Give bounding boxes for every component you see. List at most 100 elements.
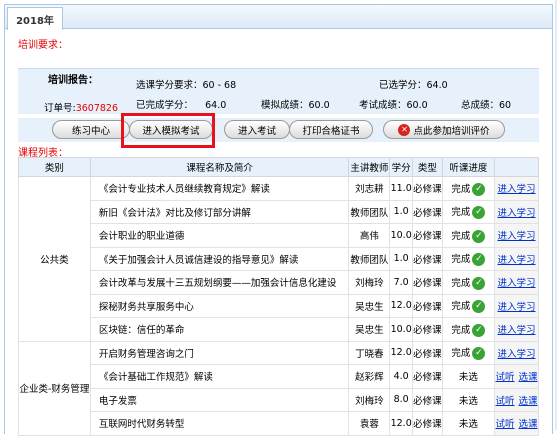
course-name: 开启财务管理咨询之门 [89,340,350,365]
progress-cell: 完成 ✓ [441,340,496,365]
action-buttons: 练习中心 进入模拟考试 进入考试 打印合格证书 ✕ 点此参加培训评价 [18,118,539,142]
action-cell: 进入学习 [494,340,539,365]
enter-study-link[interactable]: 进入学习 [498,302,536,313]
print-certificate-button[interactable]: 打印合格证书 [289,120,373,139]
course-type: 必修课 [412,364,443,389]
progress-status: 未选 [458,372,478,384]
check-circle-icon: ✓ [472,229,486,243]
table-row: 区块链：信任的革命 吴忠生 10.0 必修课 完成 ✓ 进入学习 [19,317,539,342]
course-type: 必修课 [412,317,443,342]
practice-center-button[interactable]: 练习中心 [52,120,130,139]
x-circle-icon: ✕ [398,123,411,136]
header-actions [494,157,539,177]
table-row: 会计职业的职业道德 高伟 10.0 必修课 完成 ✓ 进入学习 [19,223,539,248]
check-circle-icon: ✓ [472,300,486,314]
progress-status: 未选 [458,419,478,431]
order-label: 订单号: [44,103,76,114]
report-title: 培训报告： [48,75,98,86]
teacher: 吴忠生 [348,317,391,342]
select-course-link[interactable]: 选课 [519,419,538,430]
tab-2018[interactable]: 2018年 [7,7,63,30]
course-name: 探秘财务共享服务中心 [89,293,350,318]
action-cell: 进入学习 [494,199,539,224]
enter-study-link[interactable]: 进入学习 [498,278,536,289]
credit: 4.0 [389,364,414,389]
credit: 12.0 [389,411,414,436]
header-type: 类型 [412,157,443,177]
progress-cell: 完成 ✓ [441,317,496,342]
enter-study-link[interactable]: 进入学习 [498,325,536,336]
completed-credits: 已完成学分： 64.0 [136,97,226,111]
selected-credits: 已选学分：64.0 [379,80,448,91]
select-course-link[interactable]: 选课 [519,396,538,407]
action-cell: 进入学习 [494,176,539,201]
preview-link[interactable]: 试听 [496,372,515,383]
table-row: 《关于加强会计人员诚信建设的指导意见》解读 教师团队 1.0 必修课 完成 ✓ 进入学习 [19,246,539,271]
progress-cell: 完成 ✓ [441,176,496,201]
progress-status: 完成 [451,254,471,266]
required-credits: 选课学分要求：60 - 68 [136,80,237,91]
progress-status: 完成 [451,230,471,242]
action-cell: 进入学习 [494,293,539,318]
progress-status: 完成 [451,301,471,313]
header-course-name: 课程名称及简介 [89,157,350,177]
enter-study-link[interactable]: 进入学习 [498,231,536,242]
progress-cell: 未选 [441,364,496,389]
course-name: 新旧《会计法》对比及修订部分讲解 [89,199,350,224]
teacher: 袁蓉 [348,411,391,436]
course-type: 必修课 [412,223,443,248]
enter-study-link[interactable]: 进入学习 [498,349,536,360]
course-name: 区块链：信任的革命 [89,317,350,342]
evaluation-button[interactable]: ✕ 点此参加培训评价 [383,120,505,139]
select-course-link[interactable]: 选课 [519,372,538,383]
teacher: 教师团队 [348,246,391,271]
teacher: 教师团队 [348,199,391,224]
check-circle-icon: ✓ [472,253,486,267]
action-cell: 进入学习 [494,317,539,342]
order-number-value: 3607826 [75,103,119,114]
progress-cell: 完成 ✓ [441,199,496,224]
progress-cell: 完成 ✓ [441,223,496,248]
enter-study-link[interactable]: 进入学习 [498,255,536,266]
credit: 10.0 [389,223,414,248]
teacher: 刘梅玲 [348,387,391,412]
table-row: 电子发票 刘梅玲 8.0 必修课 未选 试听 选课 [19,387,539,412]
course-name: 会计职业的职业道德 [89,223,350,248]
action-cell: 试听 选课 [494,387,539,412]
credit: 7.0 [389,270,414,295]
course-type: 必修课 [412,387,443,412]
progress-status: 完成 [451,207,471,219]
progress-cell: 未选 [441,387,496,412]
table-header-row: 类别 课程名称及简介 主讲教师 学分 类型 听课进度 [18,157,539,177]
progress-status: 完成 [451,324,471,336]
enter-study-link[interactable]: 进入学习 [498,184,536,195]
course-type: 必修课 [412,293,443,318]
table-row: 探秘财务共享服务中心 吴忠生 12.0 必修课 完成 ✓ 进入学习 [19,293,539,318]
course-name: 《关于加强会计人员诚信建设的指导意见》解读 [89,246,350,271]
credit: 10.0 [389,317,414,342]
exam-score: 考试成绩：60.0 [359,100,428,111]
preview-link[interactable]: 试听 [496,396,515,407]
course-type: 必修课 [412,176,443,201]
completed-credits-value: 64.0 [205,100,227,111]
action-cell: 进入学习 [494,270,539,295]
exam-button[interactable]: 进入考试 [224,120,290,139]
tab-strip: 2018年 [5,5,552,30]
completed-credits-label: 已完成学分： [136,100,194,111]
progress-status: 完成 [451,348,471,360]
teacher: 吴忠生 [348,293,391,318]
course-type: 必修课 [412,270,443,295]
enter-study-link[interactable]: 进入学习 [498,208,536,219]
mock-exam-button[interactable]: 进入模拟考试 [129,120,213,139]
header-credit: 学分 [389,157,414,177]
table-row: 公共类 《会计专业技术人员继续教育规定》解读 刘志耕 11.0 必修课 完成 ✓ 进入学习 [18,176,539,342]
header-teacher: 主讲教师 [348,157,391,177]
category-cell: 企业类-财务管理 [18,340,91,436]
table-row: 企业类-财务管理 开启财务管理咨询之门 丁晓春 12.0 必修课 完成 ✓ 进入学习 [18,340,539,436]
credit: 8.0 [389,387,414,412]
progress-cell: 完成 ✓ [441,246,496,271]
course-type: 必修课 [412,340,443,365]
preview-link[interactable]: 试听 [496,419,515,430]
progress-status: 未选 [458,395,478,407]
credit: 1.0 [389,246,414,271]
